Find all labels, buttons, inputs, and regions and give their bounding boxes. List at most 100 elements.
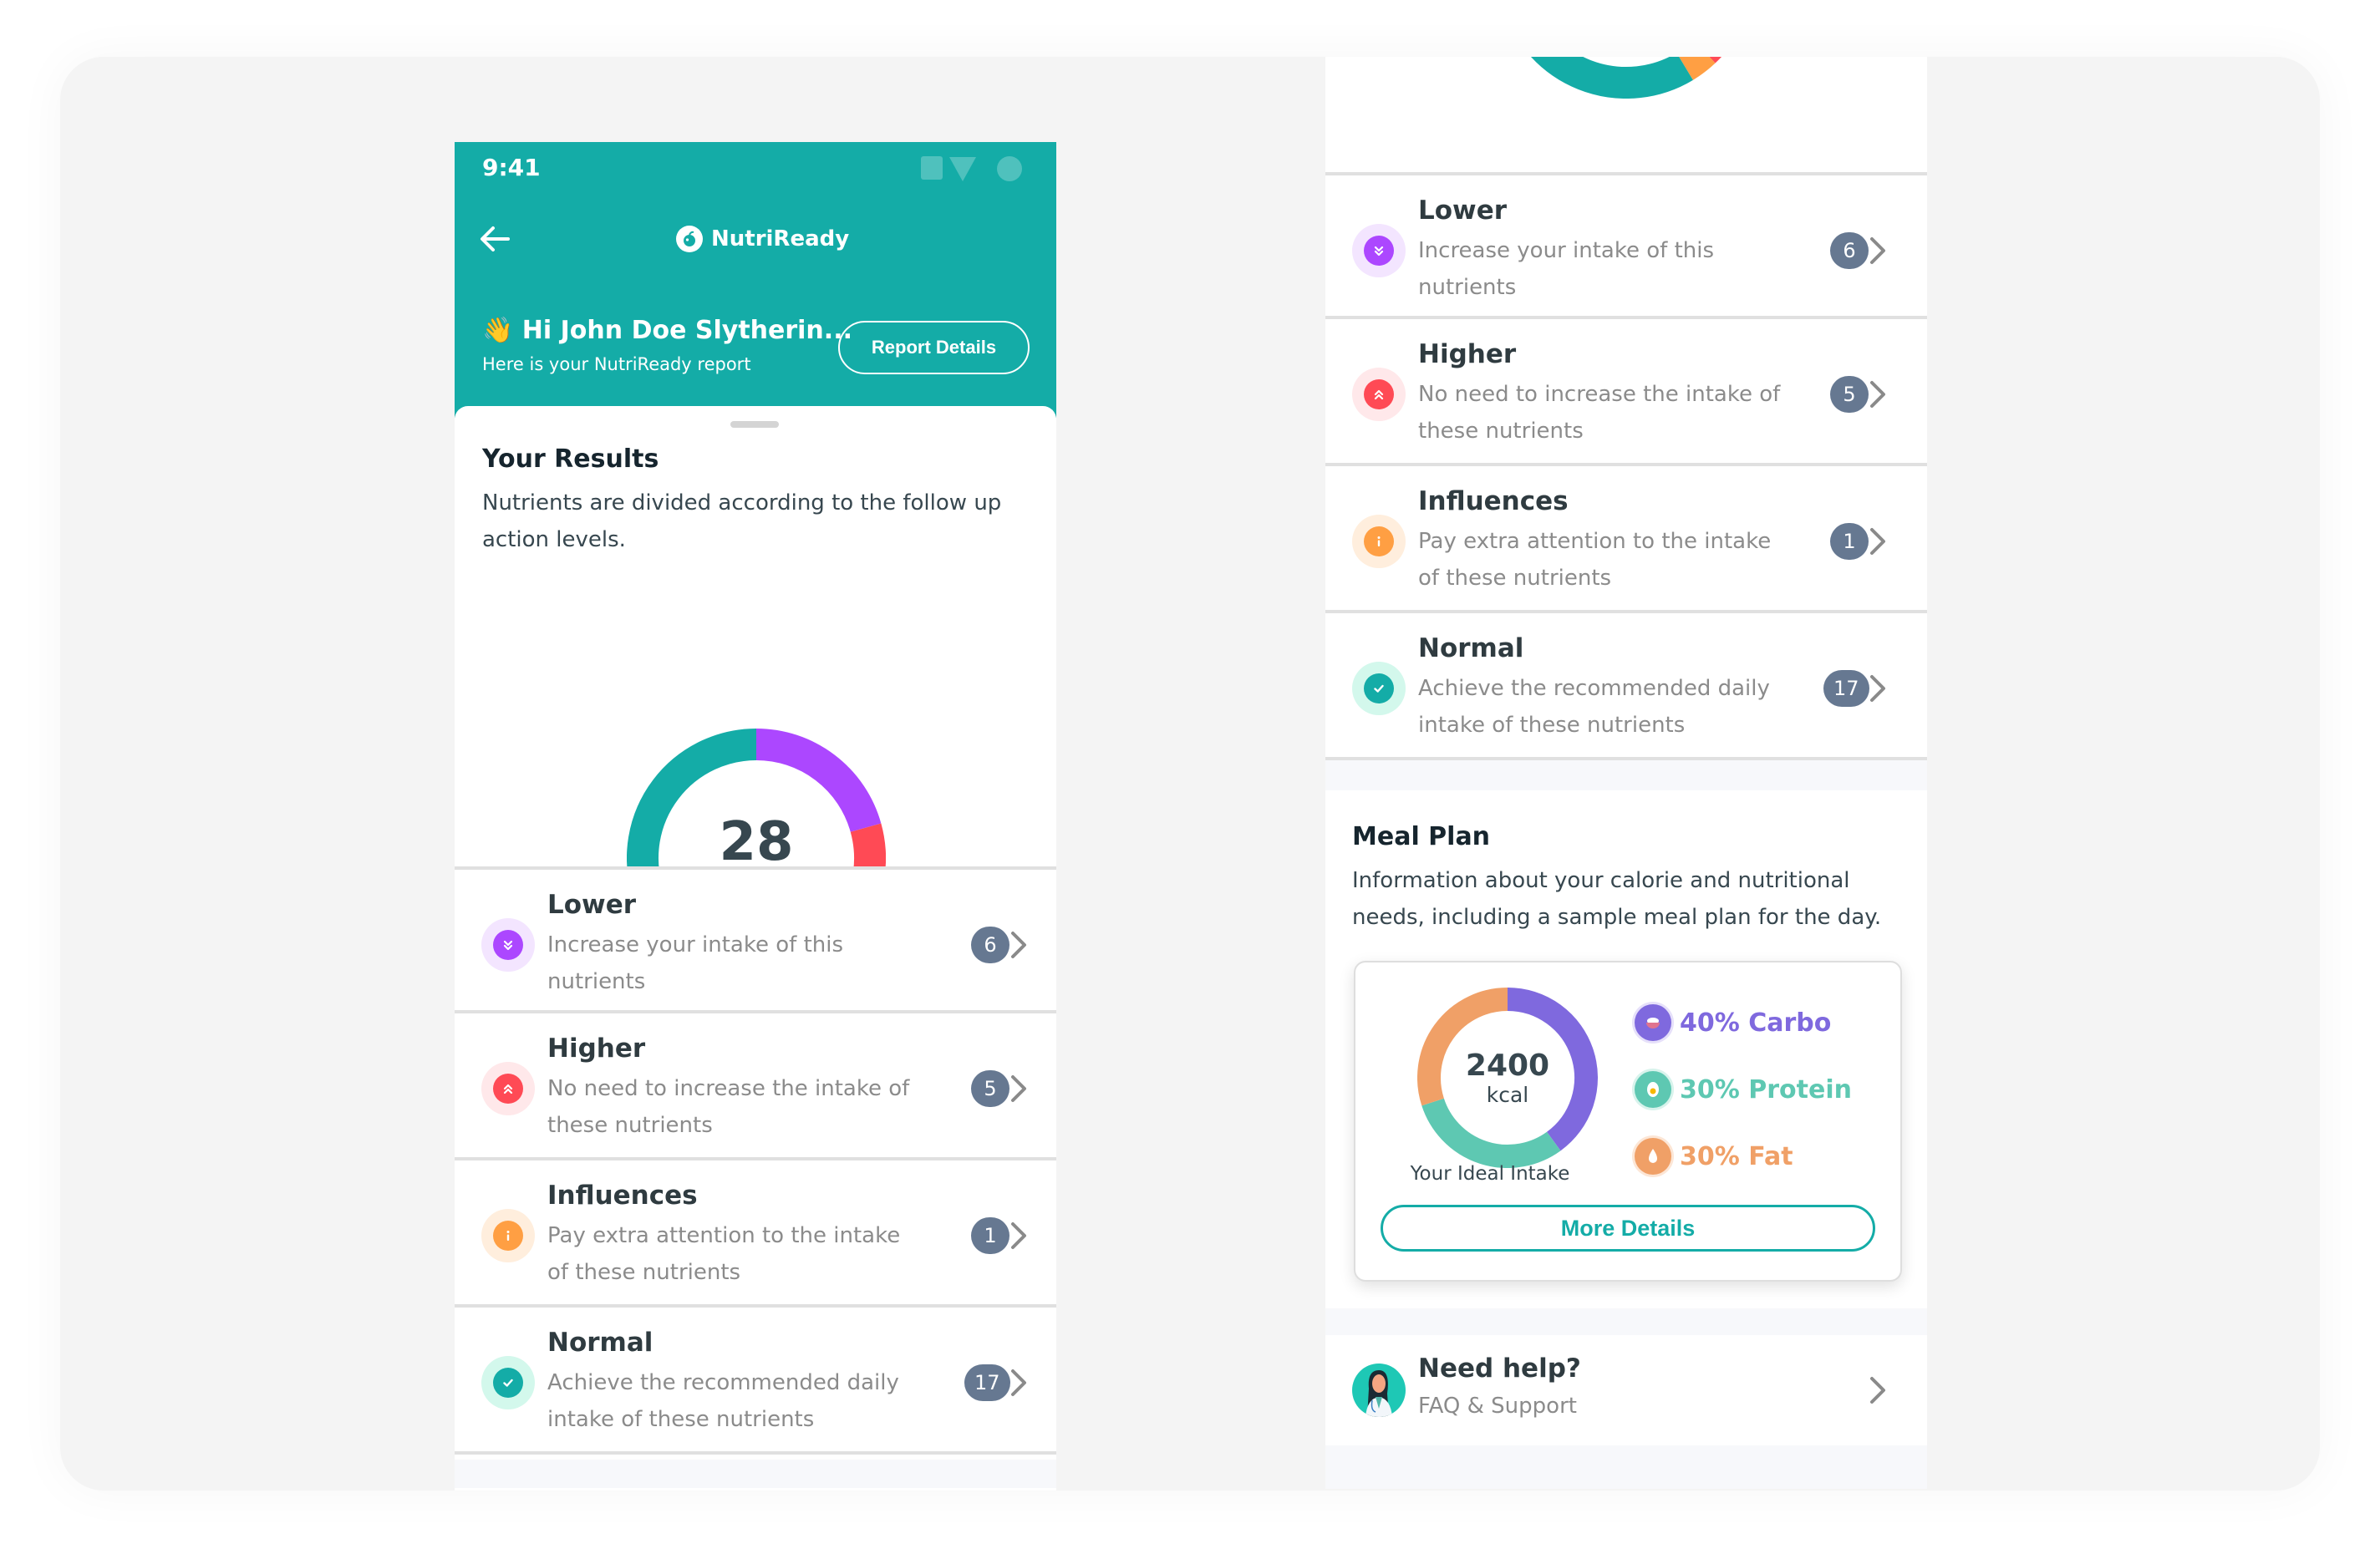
level-icon-halo — [1352, 515, 1406, 568]
chevron-right-icon — [1011, 1369, 1026, 1396]
report-details-button[interactable]: Report Details — [838, 321, 1030, 374]
double-chevron-up-icon — [493, 1074, 523, 1104]
level-item-lower[interactable]: Lower Increase your intake of this nutrie… — [1325, 172, 1927, 319]
level-icon-halo — [481, 1062, 535, 1115]
ideal-intake-label: Your Ideal Intake — [1410, 1163, 1570, 1185]
chevron-right-icon — [1870, 237, 1885, 264]
brand: NutriReady — [676, 226, 849, 252]
status-battery-icon — [997, 156, 1022, 181]
nutrients-donut-chart-partial: 28 Nutrients — [1497, 57, 1756, 99]
status-time: 9:41 — [482, 154, 541, 181]
brand-name: NutriReady — [711, 226, 850, 251]
macro-protein-label: 30% Protein — [1680, 1074, 1852, 1105]
kcal-unit: kcal — [1486, 1082, 1529, 1107]
nutrients-total: 28 — [719, 811, 794, 873]
check-icon — [493, 1368, 523, 1398]
chevron-right-icon — [1870, 381, 1885, 408]
kcal-value: 2400 — [1465, 1048, 1550, 1083]
level-item-influences[interactable]: Influences Pay extra attention to the int… — [455, 1160, 1056, 1308]
arrow-left-icon — [481, 226, 510, 251]
double-chevron-down-icon — [493, 930, 523, 960]
need-help-row[interactable]: Need help? FAQ & Support — [1325, 1335, 1927, 1445]
level-item-higher[interactable]: Higher No need to increase the intake of … — [1325, 319, 1927, 466]
level-count-badge: 1 — [971, 1217, 1009, 1254]
app-header: 9:41 NutriReady 👋 Hi John Doe Slytherin.… — [455, 142, 1056, 418]
level-title: Normal — [547, 1328, 653, 1358]
macro-fat-label: 30% Fat — [1680, 1141, 1793, 1171]
chevron-right-icon — [1011, 1075, 1026, 1102]
ideal-intake-card: 2400 kcal Your Ideal Intake 40% Carbo 30… — [1354, 961, 1902, 1282]
level-item-influences[interactable]: Influences Pay extra attention to the int… — [1325, 466, 1927, 613]
level-description: Pay extra attention to the intake of the… — [1418, 529, 1772, 591]
level-item-lower[interactable]: Lower Increase your intake of this nutrie… — [455, 866, 1056, 1013]
back-button[interactable] — [478, 224, 511, 254]
need-help-title: Need help? — [1418, 1353, 1581, 1384]
level-item-normal[interactable]: Normal Achieve the recommended daily inta… — [1325, 613, 1927, 760]
status-signal-icon — [949, 157, 976, 181]
level-icon-halo — [1352, 368, 1406, 421]
level-title: Normal — [1418, 633, 1524, 663]
chevron-right-icon — [1011, 932, 1026, 958]
drag-handle[interactable] — [730, 421, 779, 428]
greeting-subtitle: Here is your NutriReady report — [482, 354, 751, 374]
macro-carbo: 40% Carbo — [1635, 1004, 1831, 1041]
level-item-normal[interactable]: Normal Achieve the recommended daily inta… — [455, 1308, 1056, 1455]
level-title: Lower — [1418, 196, 1508, 226]
level-icon-halo — [481, 1209, 535, 1262]
level-title: Higher — [547, 1033, 646, 1064]
level-icon-halo — [481, 1356, 535, 1409]
check-icon — [1364, 673, 1394, 703]
donut-partial-area: 28 Nutrients — [1325, 57, 1927, 174]
results-title: Your Results — [482, 444, 659, 474]
level-count-badge: 5 — [971, 1070, 1009, 1107]
level-description: Achieve the recommended daily intake of … — [1418, 676, 1770, 738]
more-details-button[interactable]: More Details — [1381, 1205, 1875, 1252]
level-title: Influences — [547, 1181, 698, 1211]
meal-plan-section: Meal Plan Information about your calorie… — [1325, 790, 1927, 1308]
macro-fat: 30% Fat — [1635, 1138, 1793, 1175]
level-title: Lower — [547, 890, 637, 920]
level-count-badge: 17 — [964, 1364, 1010, 1401]
level-description: Pay extra attention to the intake of the… — [547, 1223, 901, 1285]
drop-icon — [1635, 1138, 1671, 1175]
level-count-badge: 17 — [1823, 670, 1869, 707]
chevron-right-icon — [1870, 528, 1885, 555]
level-count-badge: 6 — [1830, 232, 1869, 269]
double-chevron-down-icon — [1364, 236, 1394, 266]
meal-plan-title: Meal Plan — [1352, 822, 1491, 851]
level-description: Increase your intake of this nutrients — [1418, 238, 1715, 300]
level-count-badge: 5 — [1830, 376, 1869, 413]
level-description: No need to increase the intake of these … — [1418, 382, 1781, 444]
level-icon-halo — [1352, 662, 1406, 715]
macro-donut-chart: 2400 kcal — [1417, 988, 1598, 1168]
need-help-subtitle: FAQ & Support — [1418, 1394, 1577, 1419]
level-count-badge: 1 — [1830, 523, 1869, 560]
meal-plan-description: Information about your calorie and nutri… — [1352, 868, 1882, 930]
footer-spacer — [455, 1460, 1056, 1488]
rice-bowl-icon — [1635, 1004, 1671, 1041]
chevron-right-icon — [1011, 1222, 1026, 1249]
doctor-avatar-icon — [1352, 1364, 1406, 1417]
macro-protein: 30% Protein — [1635, 1071, 1852, 1108]
level-item-higher[interactable]: Higher No need to increase the intake of … — [455, 1013, 1056, 1160]
double-chevron-up-icon — [1364, 379, 1394, 409]
level-count-badge: 6 — [971, 927, 1009, 963]
phone-screen-scrolled: 28 Nutrients Lower Increase your intake o… — [1325, 57, 1927, 1489]
info-icon — [493, 1221, 523, 1251]
macro-carbo-label: 40% Carbo — [1680, 1008, 1832, 1038]
apple-logo-icon — [676, 226, 703, 252]
level-icon-halo — [1352, 224, 1406, 277]
phone-screen-results: 9:41 NutriReady 👋 Hi John Doe Slytherin.… — [455, 142, 1056, 1491]
level-description: Increase your intake of this nutrients — [547, 932, 844, 994]
greeting-title: 👋 Hi John Doe Slytherin... — [482, 316, 852, 345]
level-icon-halo — [481, 918, 535, 972]
level-title: Higher — [1418, 339, 1517, 369]
chevron-right-icon — [1870, 1377, 1885, 1404]
presentation-background — [60, 57, 2320, 1491]
level-title: Influences — [1418, 486, 1569, 516]
chevron-right-icon — [1870, 675, 1885, 702]
level-description: No need to increase the intake of these … — [547, 1076, 910, 1138]
results-description: Nutrients are divided according to the f… — [482, 490, 1002, 552]
info-icon — [1364, 526, 1394, 556]
level-description: Achieve the recommended daily intake of … — [547, 1370, 899, 1432]
